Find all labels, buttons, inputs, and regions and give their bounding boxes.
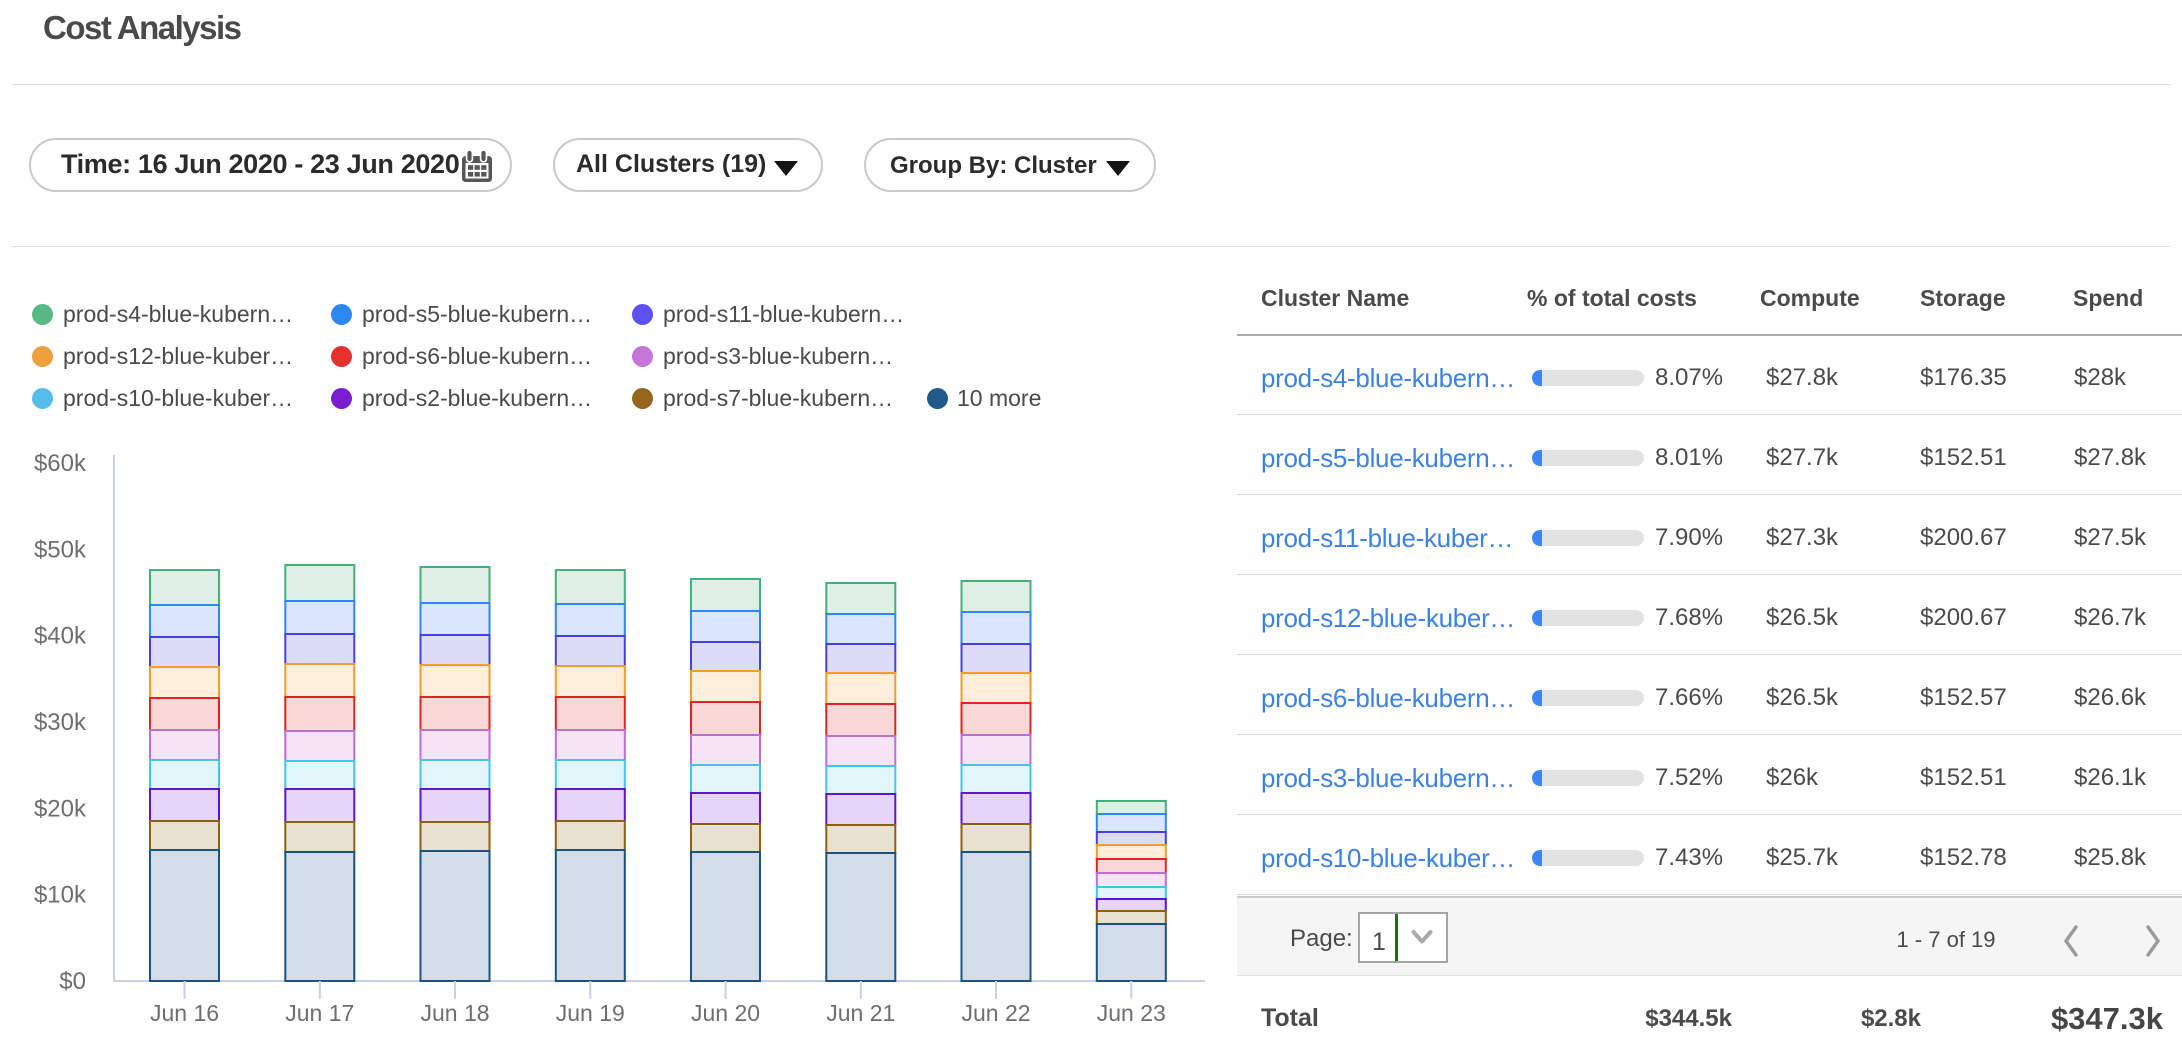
svg-text:Jun 19: Jun 19 bbox=[556, 1000, 625, 1026]
svg-text:$60k: $60k bbox=[34, 450, 87, 477]
svg-text:Jun 18: Jun 18 bbox=[420, 1000, 489, 1026]
svg-text:Jun 20: Jun 20 bbox=[691, 1000, 760, 1026]
svg-text:Jun 22: Jun 22 bbox=[961, 1000, 1030, 1026]
svg-text:Jun 16: Jun 16 bbox=[150, 1000, 219, 1026]
svg-text:$10k: $10k bbox=[34, 882, 87, 909]
svg-text:$40k: $40k bbox=[34, 623, 87, 650]
svg-text:Jun 17: Jun 17 bbox=[285, 1000, 354, 1026]
svg-text:$20k: $20k bbox=[34, 795, 87, 822]
svg-text:$0: $0 bbox=[59, 968, 86, 995]
svg-text:Jun 21: Jun 21 bbox=[826, 1000, 895, 1026]
svg-text:Jun 23: Jun 23 bbox=[1097, 1000, 1166, 1026]
svg-text:$30k: $30k bbox=[34, 709, 87, 736]
svg-text:$50k: $50k bbox=[34, 536, 87, 563]
